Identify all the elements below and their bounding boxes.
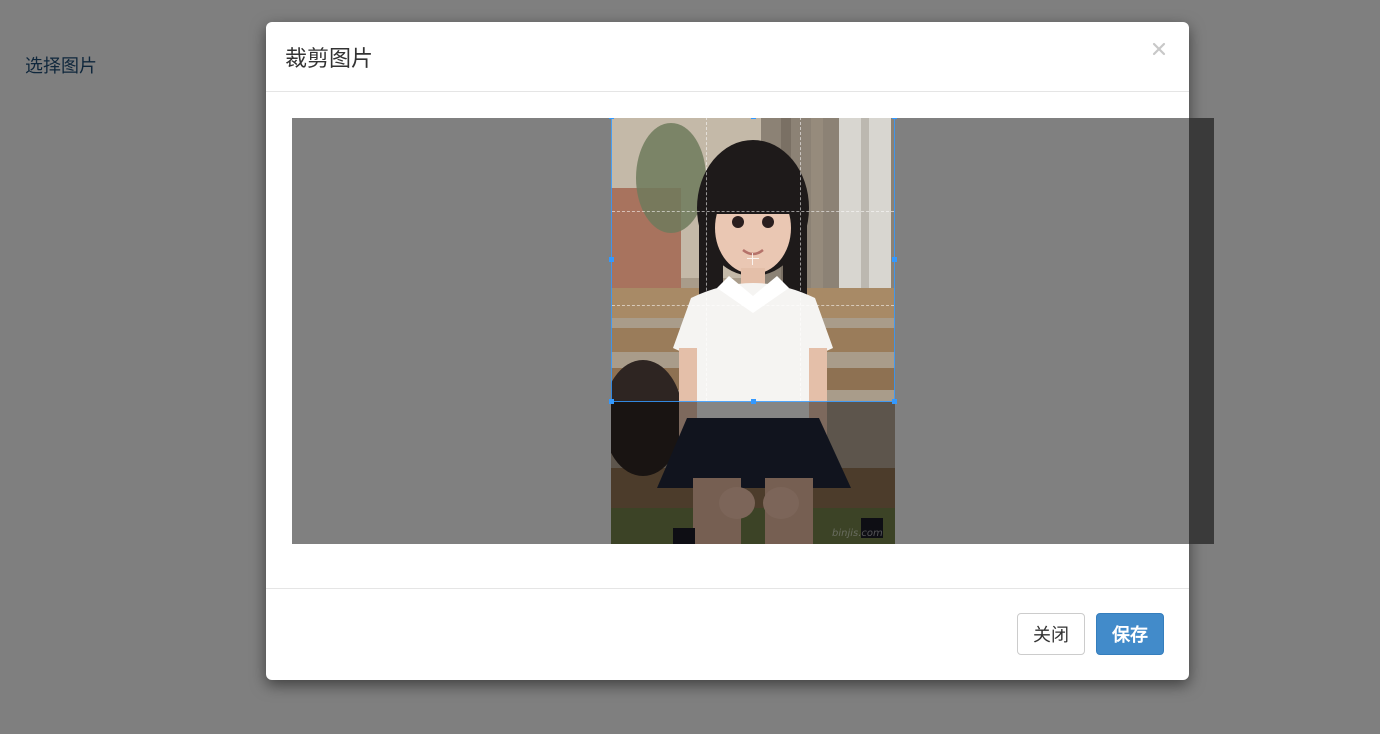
crop-handle-nw[interactable] xyxy=(609,118,614,119)
crop-handle-se[interactable] xyxy=(892,399,897,404)
modal-footer-divider xyxy=(266,588,1189,589)
crop-handle-e[interactable] xyxy=(892,257,897,262)
cropper-overflow-area xyxy=(1189,118,1214,544)
crop-guide-v1 xyxy=(706,118,707,401)
close-icon[interactable] xyxy=(1151,38,1169,60)
crop-handle-w[interactable] xyxy=(609,257,614,262)
crop-image-modal: 裁剪图片 binjis.com 关闭 保存 xyxy=(266,22,1214,680)
modal-header: 裁剪图片 xyxy=(266,22,1189,92)
crop-mask xyxy=(611,402,895,544)
crop-guide-v2 xyxy=(800,118,801,401)
crop-handle-ne[interactable] xyxy=(892,118,897,119)
crop-guide-h1 xyxy=(612,211,894,212)
crop-box[interactable] xyxy=(609,118,897,404)
crop-handle-n[interactable] xyxy=(751,118,756,119)
crop-guide-h2 xyxy=(612,305,894,306)
image-cropper[interactable]: binjis.com xyxy=(292,118,1214,544)
crop-center-icon xyxy=(747,253,759,265)
crop-handle-s[interactable] xyxy=(751,399,756,404)
save-button[interactable]: 保存 xyxy=(1096,613,1164,655)
close-button[interactable]: 关闭 xyxy=(1017,613,1085,655)
modal-title: 裁剪图片 xyxy=(285,47,374,72)
crop-handle-sw[interactable] xyxy=(609,399,614,404)
